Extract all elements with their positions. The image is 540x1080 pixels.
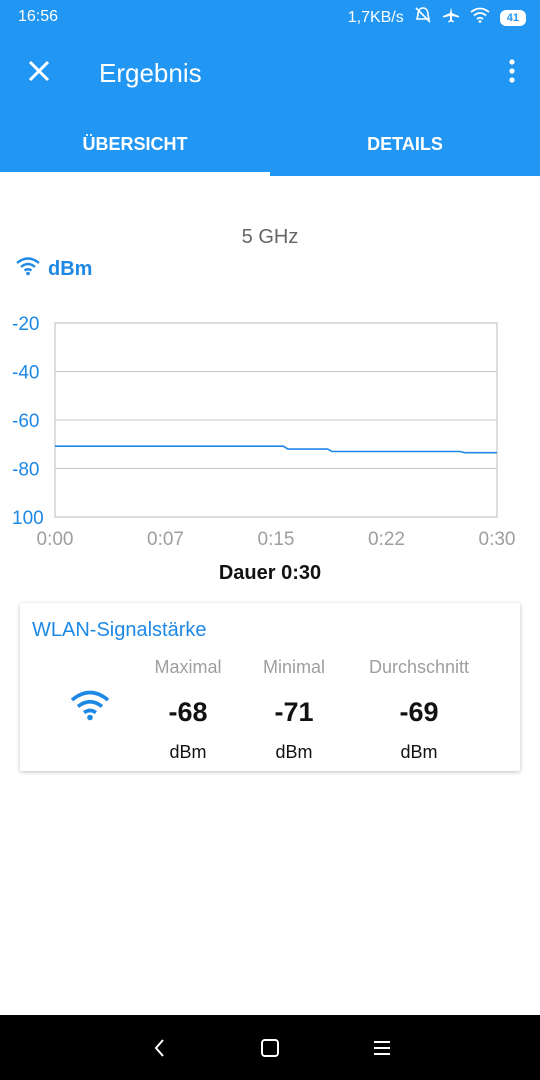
status-time: 16:56 xyxy=(18,8,59,25)
y-tick-label: -40 xyxy=(12,363,39,384)
app-bar: Ergebnis xyxy=(0,32,540,114)
y-tick-label: -20 xyxy=(12,314,39,335)
home-icon[interactable] xyxy=(257,1035,283,1061)
signal-strength-card: WLAN-Signalstärke Maximal -68 dBm Minima… xyxy=(20,603,520,771)
band-label: 5 GHz xyxy=(241,226,299,248)
stat-unit: dBm xyxy=(275,742,313,762)
status-icons: 1,7KB/s 41 xyxy=(348,6,526,29)
y-tick-label: 100 xyxy=(12,508,44,529)
x-tick-label: 0:22 xyxy=(368,529,405,550)
signal-chart: -20 -40 -60 -80 1000:00 0:07 0:15 0:22 0:30 xyxy=(12,314,516,550)
more-vert-icon[interactable] xyxy=(502,54,522,88)
y-tick-label: -80 xyxy=(12,460,39,481)
tab-bar: ÜBERSICHT DETAILS xyxy=(0,114,540,176)
duration-label: Dauer 0:30 xyxy=(218,562,322,584)
stat-value: -71 xyxy=(274,697,314,727)
unit-row: dBm xyxy=(16,256,92,282)
unit-label: dBm xyxy=(48,257,93,280)
tab-details[interactable]: DETAILS xyxy=(270,114,540,176)
menu-icon[interactable] xyxy=(369,1035,395,1061)
stat-average: Durchschnitt -69 dBm xyxy=(354,657,484,763)
navigation-bar xyxy=(0,1015,540,1080)
x-tick-label: 0:15 xyxy=(258,529,295,550)
wifi-icon xyxy=(470,7,490,28)
battery-icon: 41 xyxy=(499,9,526,26)
stat-minimal: Minimal -71 dBm xyxy=(239,657,349,763)
y-tick-label: -60 xyxy=(12,411,39,432)
close-icon[interactable] xyxy=(22,54,56,88)
tab-overview[interactable]: ÜBERSICHT xyxy=(0,114,270,176)
tab-indicator xyxy=(0,172,270,176)
stat-unit: dBm xyxy=(400,742,438,762)
stat-value: -68 xyxy=(168,697,208,727)
wifi-icon xyxy=(70,689,110,726)
x-tick-label: 0:00 xyxy=(37,529,74,550)
card-title: WLAN-Signalstärke xyxy=(32,619,207,641)
status-bar: 16:56 1,7KB/s 41 xyxy=(0,0,540,32)
stat-unit: dBm xyxy=(169,742,207,762)
x-tick-label: 0:30 xyxy=(479,529,516,550)
stat-label: Durchschnitt xyxy=(368,657,470,677)
page-title: Ergebnis xyxy=(99,58,202,88)
stat-label: Minimal xyxy=(262,657,325,677)
network-speed: 1,7KB/s xyxy=(347,8,404,26)
back-icon[interactable] xyxy=(147,1035,173,1061)
stat-maximal: Maximal -68 dBm xyxy=(133,657,243,763)
stat-label: Maximal xyxy=(154,657,222,677)
series-line xyxy=(55,445,497,454)
x-tick-label: 0:07 xyxy=(147,529,184,550)
mute-icon xyxy=(414,6,432,29)
airplane-icon xyxy=(442,6,460,29)
stat-value: -69 xyxy=(399,697,439,727)
wifi-icon xyxy=(16,256,40,282)
